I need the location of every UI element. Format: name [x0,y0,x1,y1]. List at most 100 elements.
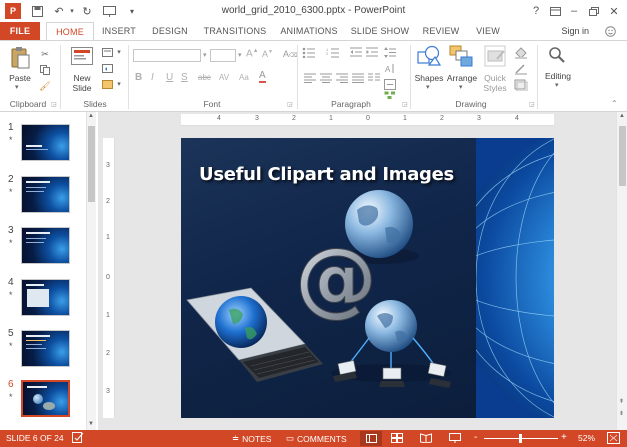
smiley-feedback-icon[interactable] [603,25,617,37]
font-color-button[interactable]: A [259,71,266,83]
tab-view[interactable]: VIEW [470,22,506,40]
shapes-button[interactable]: Shapes [412,73,446,83]
tab-slide-show[interactable]: SLIDE SHOW [348,22,412,40]
shrink-font-icon[interactable]: A▼ [262,49,273,59]
new-slide-button-line2[interactable]: Slide [64,83,100,93]
shape-effects-icon[interactable] [514,79,530,93]
bullets-icon[interactable] [302,47,316,60]
layout-icon[interactable] [101,47,113,57]
slide-thumbnail-6[interactable] [21,380,70,417]
paste-dropdown-icon[interactable]: ▾ [15,83,19,91]
arrange-dropdown-icon[interactable]: ▾ [459,83,463,91]
zoom-in-button[interactable]: + [561,432,567,443]
slide-title[interactable]: Useful Clipart and Images [199,164,454,185]
numbering-icon[interactable]: 12 [326,47,340,60]
line-spacing-icon[interactable] [384,47,396,60]
tab-review[interactable]: REVIEW [418,22,464,40]
align-left-icon[interactable] [304,73,316,85]
slide-thumbnail-3[interactable] [21,227,70,264]
italic-button[interactable]: I [151,72,154,83]
collapse-ribbon-icon[interactable]: ⌃ [611,99,618,108]
new-slide-button[interactable]: New [64,73,100,83]
arrange-icon[interactable] [449,45,473,69]
slide-thumbnail-4[interactable] [21,279,70,316]
align-center-icon[interactable] [320,73,332,85]
font-name-combo[interactable] [133,49,201,62]
normal-view-icon[interactable] [360,431,382,446]
sign-in-link[interactable]: Sign in [561,26,589,36]
clear-formatting-icon[interactable]: A⌫ [283,49,298,59]
justify-icon[interactable] [352,73,364,85]
restore-icon[interactable] [583,2,605,20]
slide-thumbnail-5[interactable] [21,330,70,367]
layout-dropdown-icon[interactable]: ▾ [113,47,125,57]
bold-button[interactable]: B [135,72,142,83]
slide-thumbnail-2[interactable] [21,176,70,213]
font-launcher-icon[interactable]: ◲ [287,101,293,108]
grow-font-icon[interactable]: A▲ [246,48,259,59]
reading-view-icon[interactable] [420,433,432,445]
previous-slide-icon[interactable]: ⇞ [619,398,624,405]
editing-button[interactable]: Editing [540,71,576,81]
zoom-slider-thumb[interactable] [519,434,522,443]
change-case-button[interactable]: Aa [239,73,249,82]
comments-button[interactable]: ▭ COMMENTS [286,433,347,444]
tab-animations[interactable]: ANIMATIONS [276,22,342,40]
font-size-combo[interactable] [210,49,236,62]
zoom-out-button[interactable]: - [474,432,477,443]
paste-icon[interactable] [6,45,34,71]
scroll-up-arrow-icon[interactable]: ▲ [88,113,94,119]
fit-slide-to-window-icon[interactable] [607,432,620,446]
section-dropdown-icon[interactable]: ▾ [113,79,125,89]
decrease-indent-icon[interactable] [350,47,362,60]
slide-sorter-icon[interactable] [391,433,403,445]
underline-button[interactable]: U [166,72,173,83]
strikethrough-button[interactable]: abc [198,73,211,82]
slide-show-view-icon[interactable] [449,433,461,445]
cut-icon[interactable]: ✂ [39,49,51,59]
increase-indent-icon[interactable] [366,47,378,60]
editing-icon[interactable] [547,45,567,67]
align-right-icon[interactable] [336,73,348,85]
clipboard-launcher-icon[interactable]: ◲ [51,101,57,108]
scroll-up-arrow-icon[interactable]: ▲ [619,113,625,119]
font-name-dropdown-icon[interactable]: ▾ [203,51,207,59]
tab-design[interactable]: DESIGN [146,22,194,40]
drawing-launcher-icon[interactable]: ◲ [529,101,535,108]
minimize-icon[interactable]: – [563,2,585,20]
shapes-icon[interactable] [417,45,442,69]
scrollbar-thumb[interactable] [88,126,95,202]
arrange-button[interactable]: Arrange [443,73,481,83]
reset-slide-icon[interactable] [101,63,113,73]
tab-home[interactable]: HOME [46,22,94,41]
current-slide[interactable]: @ Useful Clipart and Images [181,138,554,418]
scrollbar-thumb[interactable] [619,126,626,186]
slide-scrollbar[interactable]: ▲ ⇞ ⇟ [616,112,627,430]
text-direction-icon[interactable]: A [384,63,396,76]
format-painter-icon[interactable]: 🖌 [39,81,51,91]
character-spacing-button[interactable]: AV [219,73,229,82]
columns-icon[interactable] [368,73,380,85]
quick-styles-button[interactable]: Quick [478,73,512,83]
tab-file[interactable]: FILE [0,22,40,40]
paste-button[interactable]: Paste [4,73,36,83]
quick-styles-button-line2[interactable]: Styles [478,83,512,93]
editing-dropdown-icon[interactable]: ▾ [555,81,559,89]
section-icon[interactable] [101,79,113,89]
zoom-level[interactable]: 52% [578,433,595,443]
shapes-dropdown-icon[interactable]: ▾ [426,83,430,91]
shape-fill-icon[interactable] [514,47,530,61]
new-slide-icon[interactable] [69,45,95,69]
paragraph-launcher-icon[interactable]: ◲ [402,101,408,108]
notes-button[interactable]: ≐ NOTES [232,433,271,444]
scroll-down-arrow-icon[interactable]: ▼ [88,421,94,427]
next-slide-icon[interactable]: ⇟ [619,410,624,417]
font-size-dropdown-icon[interactable]: ▾ [238,51,242,59]
thumbnails-scrollbar[interactable]: ▲ ▼ [86,112,96,430]
spell-check-icon[interactable] [72,432,84,443]
tab-insert[interactable]: INSERT [98,22,140,40]
shape-outline-icon[interactable] [514,63,530,77]
quick-styles-icon[interactable] [484,45,506,69]
text-shadow-button[interactable]: S [181,72,188,83]
tab-transitions[interactable]: TRANSITIONS [200,22,270,40]
